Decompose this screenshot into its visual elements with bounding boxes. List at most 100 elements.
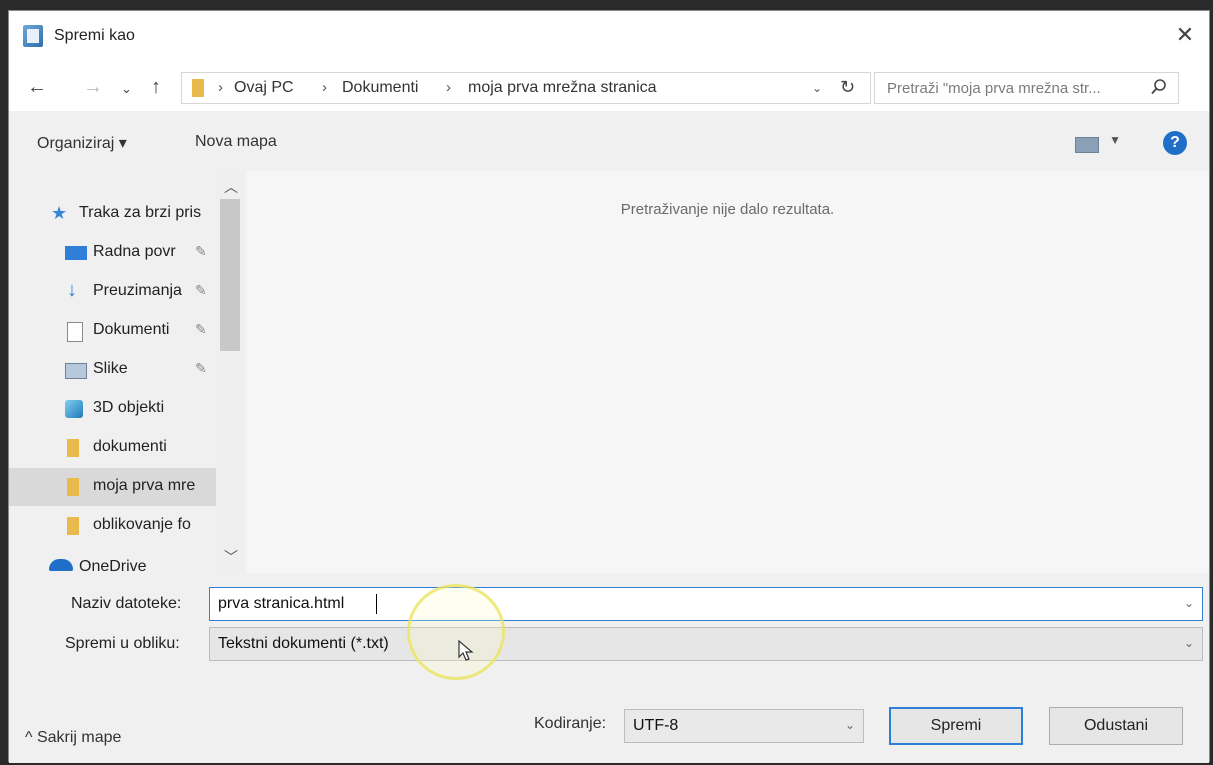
navigation-bar: ← → ⌄ ↑ › Ovaj PC › Dokumenti › moja prv… bbox=[9, 63, 1209, 111]
cancel-button[interactable]: Odustani bbox=[1049, 707, 1183, 745]
sidebar-item-label: OneDrive bbox=[79, 558, 147, 573]
breadcrumb-separator[interactable]: › bbox=[218, 79, 223, 96]
text-caret bbox=[376, 594, 377, 614]
sidebar-item-current-folder[interactable]: moja prva mre bbox=[9, 468, 216, 506]
sidebar-item-onedrive[interactable]: OneDrive bbox=[9, 553, 216, 573]
breadcrumb-dokumenti[interactable]: Dokumenti bbox=[342, 79, 418, 97]
refresh-icon: ↻ bbox=[840, 77, 856, 97]
window-title: Spremi kao bbox=[54, 27, 135, 44]
chevron-up-icon: ^ bbox=[25, 729, 33, 746]
sidebar-item-label: 3D objekti bbox=[93, 399, 165, 416]
sidebar-item-label: Traka za brzi pris bbox=[79, 204, 202, 221]
folder-icon bbox=[67, 478, 79, 496]
sidebar-item-3d-objects[interactable]: 3D objekti bbox=[9, 390, 216, 428]
breadcrumb-ovaj-pc[interactable]: Ovaj PC bbox=[234, 79, 294, 97]
help-button[interactable]: ? bbox=[1163, 131, 1187, 155]
sidebar-item-label: Dokumenti bbox=[93, 321, 170, 338]
encoding-value: UTF-8 bbox=[633, 717, 679, 734]
organize-button[interactable]: Organiziraj ▾ bbox=[37, 133, 127, 153]
save-button[interactable]: Spremi bbox=[889, 707, 1023, 745]
close-button[interactable]: ✕ bbox=[1171, 21, 1199, 49]
sidebar-item-quick-access[interactable]: ★ Traka za brzi pris bbox=[9, 195, 216, 233]
encoding-dropdown[interactable]: ⌄ bbox=[845, 718, 855, 732]
chevron-up-icon: ︿ bbox=[224, 179, 238, 195]
notepad-icon bbox=[23, 25, 43, 47]
close-icon: ✕ bbox=[1175, 22, 1195, 47]
sidebar-item-documents[interactable]: Dokumenti ✎ bbox=[9, 312, 216, 350]
sidebar-item-label: dokumenti bbox=[93, 438, 167, 455]
pin-icon: ✎ bbox=[195, 360, 207, 376]
filetype-dropdown[interactable]: ⌄ bbox=[1184, 636, 1194, 650]
search-placeholder: Pretraži "moja prva mrežna str... bbox=[887, 80, 1101, 97]
arrow-left-icon: ← bbox=[27, 76, 47, 98]
sidebar-item-label: Slike bbox=[93, 360, 128, 377]
filename-dropdown[interactable]: ⌄ bbox=[1184, 596, 1194, 610]
filename-field[interactable]: prva stranica.html ⌄ bbox=[209, 587, 1203, 621]
filetype-value: Tekstni dokumenti (*.txt) bbox=[218, 635, 389, 652]
sidebar-item-pictures[interactable]: Slike ✎ bbox=[9, 351, 216, 389]
save-as-dialog: Spremi kao ✕ ← → ⌄ ↑ › Ovaj PC › Dokumen… bbox=[8, 10, 1210, 763]
sidebar-item-desktop[interactable]: Radna povr ✎ bbox=[9, 234, 216, 272]
sidebar-item-label: moja prva mre bbox=[93, 477, 196, 494]
navigation-pane: ★ Traka za brzi pris Radna povr ✎ ↓ Preu… bbox=[9, 171, 246, 573]
encoding-label: Kodiranje: bbox=[534, 715, 607, 732]
empty-results-message: Pretraživanje nije dalo rezultata. bbox=[620, 201, 835, 218]
chevron-down-icon: ⌄ bbox=[1183, 596, 1194, 610]
sidebar-item-folder-dokumenti[interactable]: dokumenti bbox=[9, 429, 216, 467]
file-list-area[interactable]: Pretraživanje nije dalo rezultata. bbox=[246, 171, 1209, 573]
hide-folders-label: Sakrij mape bbox=[36, 729, 122, 746]
sidebar-item-label: oblikovanje fo bbox=[93, 516, 191, 533]
cloud-icon bbox=[49, 559, 73, 571]
arrow-right-icon: → bbox=[83, 76, 103, 98]
sidebar-item-label: Radna povr bbox=[93, 243, 176, 260]
address-dropdown[interactable]: ⌄ bbox=[812, 81, 822, 95]
chevron-down-icon: ⌄ bbox=[844, 718, 855, 732]
folder-icon bbox=[192, 79, 204, 97]
recent-locations-button[interactable]: ⌄ bbox=[121, 77, 132, 101]
star-icon: ★ bbox=[51, 203, 68, 223]
pin-icon: ✎ bbox=[195, 321, 207, 337]
chevron-down-icon: ⌄ bbox=[1183, 636, 1194, 650]
scroll-down-arrow[interactable]: ﹀ bbox=[224, 547, 238, 567]
pin-icon: ✎ bbox=[195, 243, 207, 259]
sidebar-item-label: Preuzimanja bbox=[93, 282, 182, 299]
filetype-select[interactable]: Tekstni dokumenti (*.txt) ⌄ bbox=[209, 627, 1203, 661]
encoding-select[interactable]: UTF-8 ⌄ bbox=[624, 709, 864, 743]
picture-icon bbox=[65, 363, 87, 379]
help-icon: ? bbox=[1170, 134, 1180, 151]
chevron-down-icon: ﹀ bbox=[224, 549, 238, 565]
view-dropdown[interactable]: ▼ bbox=[1109, 133, 1121, 147]
refresh-button[interactable]: ↻ bbox=[840, 77, 855, 98]
filename-label: Naziv datoteke: bbox=[71, 595, 182, 612]
chevron-down-icon: ⌄ bbox=[812, 81, 823, 95]
sidebar-item-folder-oblikovanje[interactable]: oblikovanje fo bbox=[9, 507, 216, 545]
scroll-thumb[interactable] bbox=[220, 199, 240, 351]
scroll-up-arrow[interactable]: ︿ bbox=[224, 177, 238, 197]
breadcrumb-separator[interactable]: › bbox=[446, 79, 451, 96]
hide-folders-button[interactable]: ^ Sakrij mape bbox=[25, 729, 121, 747]
pin-icon: ✎ bbox=[195, 282, 207, 298]
new-folder-button[interactable]: Nova mapa bbox=[195, 133, 277, 151]
up-button[interactable]: ↑ bbox=[151, 75, 161, 99]
chevron-down-icon: ⌄ bbox=[121, 81, 132, 96]
caret-down-icon: ▼ bbox=[1109, 133, 1121, 147]
search-box[interactable]: Pretraži "moja prva mrežna str... bbox=[874, 72, 1179, 104]
breadcrumb-current-folder[interactable]: moja prva mrežna stranica bbox=[468, 79, 657, 97]
folder-icon bbox=[67, 517, 79, 535]
toolbar: Organiziraj ▾ Nova mapa ▼ ? bbox=[9, 111, 1209, 171]
save-form: Naziv datoteke: prva stranica.html ⌄ Spr… bbox=[9, 573, 1209, 763]
mouse-pointer-icon bbox=[458, 639, 474, 667]
cube-icon bbox=[65, 400, 83, 418]
search-icon[interactable] bbox=[1150, 78, 1168, 96]
sidebar-item-downloads[interactable]: ↓ Preuzimanja ✎ bbox=[9, 273, 216, 311]
sidebar-scrollbar[interactable]: ︿ ﹀ bbox=[216, 171, 244, 573]
back-button[interactable]: ← bbox=[27, 75, 47, 99]
title-bar: Spremi kao ✕ bbox=[9, 11, 1209, 63]
breadcrumb-separator[interactable]: › bbox=[322, 79, 327, 96]
address-bar[interactable]: › Ovaj PC › Dokumenti › moja prva mrežna… bbox=[181, 72, 871, 104]
view-options-icon[interactable] bbox=[1075, 137, 1099, 153]
desktop-icon bbox=[65, 246, 87, 260]
arrow-up-icon: ↑ bbox=[151, 76, 161, 98]
download-icon: ↓ bbox=[67, 279, 77, 301]
forward-button[interactable]: → bbox=[83, 75, 103, 99]
